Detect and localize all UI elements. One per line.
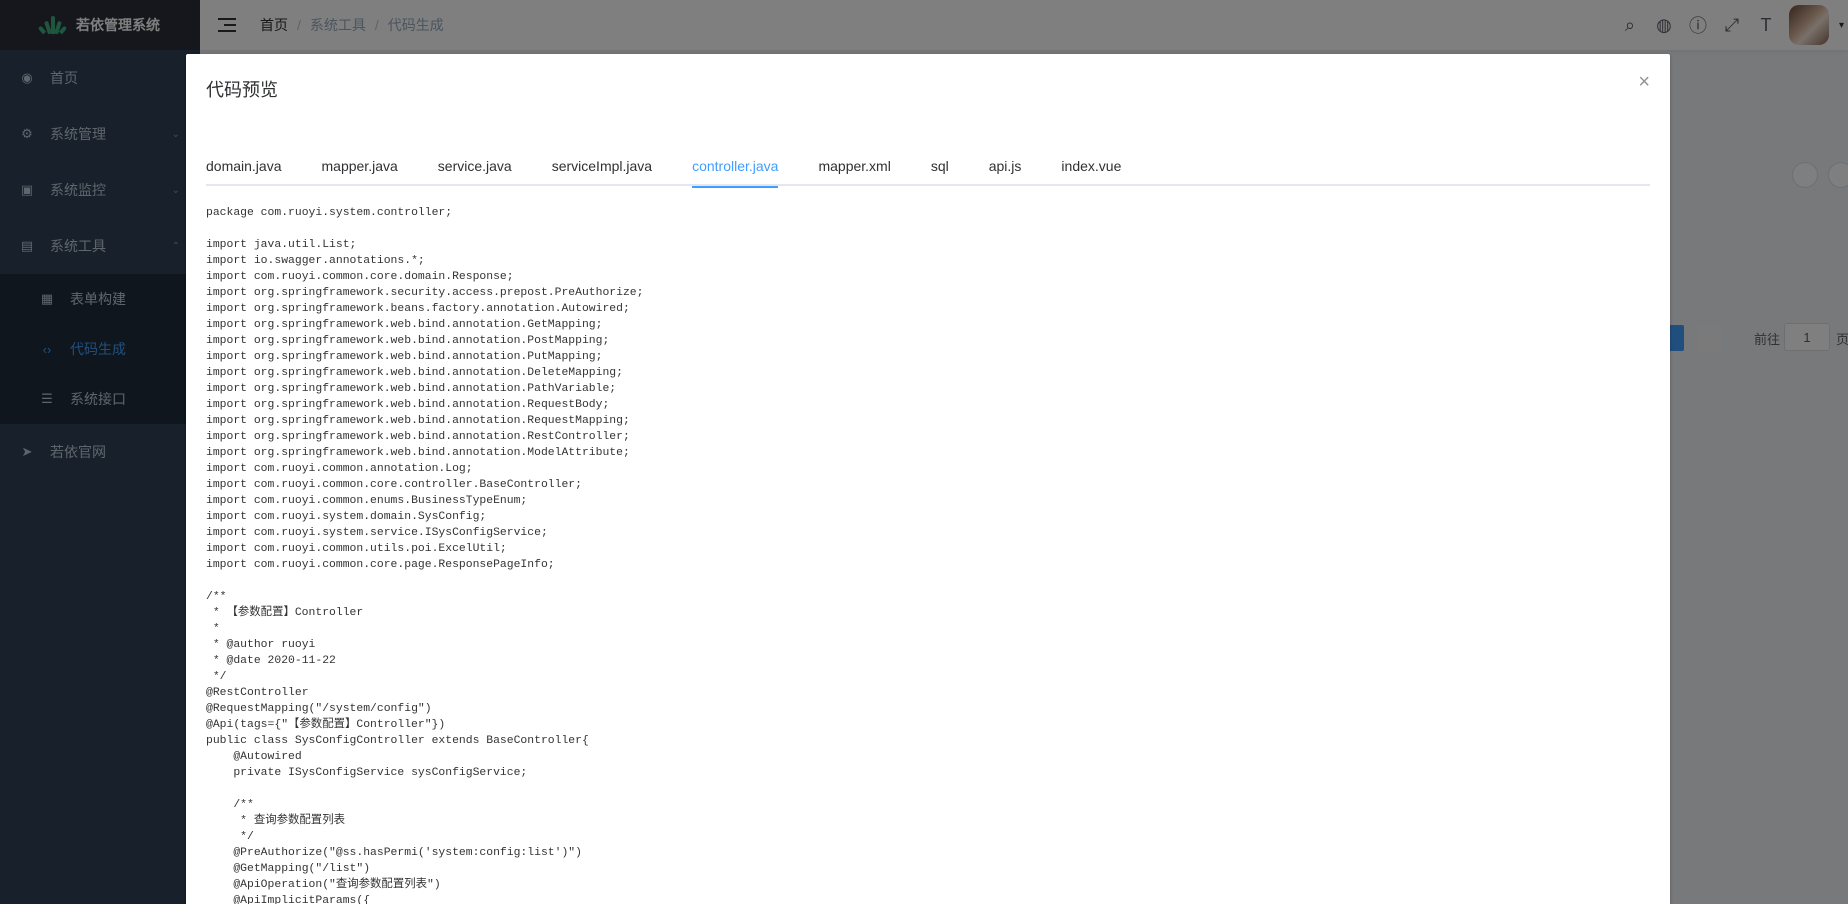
code-preview[interactable]: package com.ruoyi.system.controller; imp… (206, 205, 1650, 904)
close-icon[interactable]: × (1638, 72, 1650, 92)
tab-index-vue[interactable]: index.vue (1061, 146, 1121, 186)
code-preview-dialog: 代码预览 × domain.java mapper.java service.j… (186, 54, 1670, 904)
tab-domain-java[interactable]: domain.java (206, 146, 282, 186)
tab-controller-java[interactable]: controller.java (692, 146, 779, 188)
tab-serviceimpl-java[interactable]: serviceImpl.java (552, 146, 652, 186)
tab-api-js[interactable]: api.js (989, 146, 1022, 186)
tab-service-java[interactable]: service.java (438, 146, 512, 186)
code-tabs: domain.java mapper.java service.java ser… (206, 146, 1650, 188)
tab-mapper-java[interactable]: mapper.java (322, 146, 398, 186)
tab-sql[interactable]: sql (931, 146, 949, 186)
tab-mapper-xml[interactable]: mapper.xml (818, 146, 890, 186)
dialog-title: 代码预览 (206, 80, 278, 100)
